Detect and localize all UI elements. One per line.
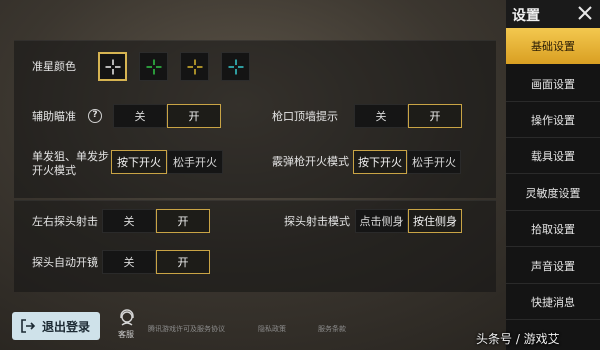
settings-sidebar: 基础设置 画面设置 操作设置 载具设置 灵敏度设置 拾取设置 声音设置 快捷消息 [506, 28, 600, 350]
shotgun-fire-toggle: 按下开火 松手开火 [353, 150, 461, 174]
crosshair-yellow-option[interactable] [180, 52, 209, 81]
peek-mode-hold-option[interactable]: 按住侧身 [408, 209, 462, 233]
peek-mode-label: 探头射击模式 [284, 215, 350, 228]
watermark: 头条号 / 游戏艾 [476, 332, 560, 346]
close-icon[interactable] [576, 4, 594, 22]
peek-scope-toggle: 关 开 [102, 250, 210, 274]
peek-scope-on-option[interactable]: 开 [156, 250, 210, 274]
muzzle-hint-off-option[interactable]: 关 [354, 104, 408, 128]
aim-assist-off-option[interactable]: 关 [113, 104, 167, 128]
shotgun-fire-release-option[interactable]: 松手开火 [407, 150, 461, 174]
sidebar-item-pickup[interactable]: 拾取设置 [506, 211, 600, 247]
single-fire-press-option[interactable]: 按下开火 [111, 150, 167, 174]
sidebar-item-audio[interactable]: 声音设置 [506, 248, 600, 284]
single-fire-label-line1: 单发狙、单发步 [32, 150, 109, 163]
settings-title: 设置 [512, 8, 540, 24]
muzzle-hint-label: 枪口顶墙提示 [272, 110, 338, 123]
crosshair-icon [228, 59, 243, 74]
crosshair-icon [187, 59, 202, 74]
peek-mode-toggle: 点击侧身 按住侧身 [355, 209, 462, 233]
peek-fire-toggle: 关 开 [102, 209, 210, 233]
shotgun-fire-press-option[interactable]: 按下开火 [353, 150, 407, 174]
logout-label: 退出登录 [42, 319, 91, 334]
help-icon[interactable]: ? [88, 109, 102, 123]
crosshair-icon [146, 59, 161, 74]
peek-scope-label: 探头自动开镜 [32, 256, 98, 269]
sidebar-item-controls[interactable]: 操作设置 [506, 102, 600, 138]
single-fire-label-line2: 开火模式 [32, 164, 76, 177]
sidebar-item-quick-messages[interactable]: 快捷消息 [506, 284, 600, 320]
peek-fire-off-option[interactable]: 关 [102, 209, 156, 233]
customer-service-icon[interactable] [118, 309, 136, 327]
crosshair-icon [105, 59, 120, 74]
footer-link-license[interactable]: 腾讯游戏许可及服务协议 [148, 324, 225, 334]
peek-fire-label: 左右探头射击 [32, 215, 98, 228]
single-fire-toggle: 按下开火 松手开火 [111, 150, 223, 174]
footer-link-terms[interactable]: 服务条款 [318, 324, 346, 334]
customer-service-label[interactable]: 客服 [118, 329, 134, 340]
aim-assist-label: 辅助瞄准 [32, 110, 76, 123]
crosshair-cyan-option[interactable] [221, 52, 250, 81]
crosshair-color-label: 准星颜色 [32, 60, 76, 73]
sidebar-item-graphics[interactable]: 画面设置 [506, 66, 600, 102]
peek-fire-on-option[interactable]: 开 [156, 209, 210, 233]
logout-button[interactable]: 退出登录 [12, 312, 100, 340]
peek-mode-tap-option[interactable]: 点击侧身 [355, 209, 408, 233]
muzzle-hint-toggle: 关 开 [354, 104, 462, 128]
crosshair-green-option[interactable] [139, 52, 168, 81]
aim-assist-on-option[interactable]: 开 [167, 104, 221, 128]
footer-link-privacy[interactable]: 隐私政策 [258, 324, 286, 334]
peek-scope-off-option[interactable]: 关 [102, 250, 156, 274]
logout-icon [21, 319, 36, 333]
crosshair-white-option[interactable] [98, 52, 127, 81]
shotgun-fire-label: 霰弹枪开火模式 [272, 155, 349, 168]
single-fire-release-option[interactable]: 松手开火 [167, 150, 223, 174]
aim-assist-toggle: 关 开 [113, 104, 221, 128]
sidebar-item-vehicle[interactable]: 载具设置 [506, 138, 600, 174]
sidebar-item-sensitivity[interactable]: 灵敏度设置 [506, 175, 600, 211]
muzzle-hint-on-option[interactable]: 开 [408, 104, 462, 128]
sidebar-item-basic[interactable]: 基础设置 [506, 28, 600, 64]
